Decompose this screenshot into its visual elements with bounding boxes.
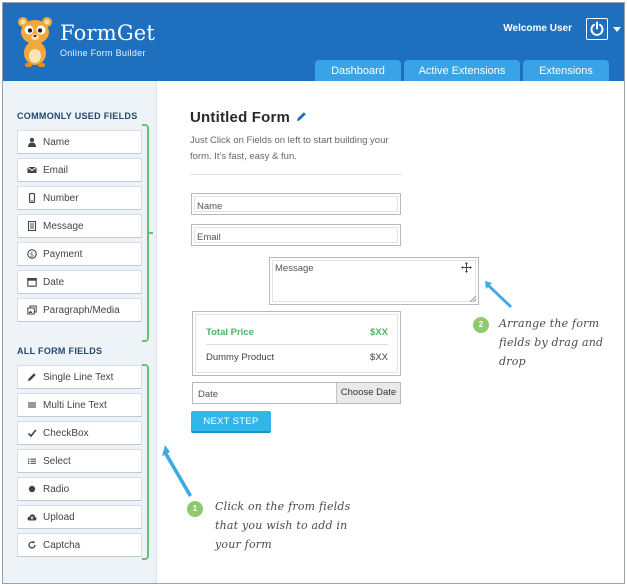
name-placeholder: Name [197, 201, 223, 212]
message-placeholder: Message [275, 263, 314, 274]
next-step-button[interactable]: NEXT STEP [191, 411, 271, 433]
form-title[interactable]: Untitled Form [190, 109, 290, 126]
field-button-label: Upload [43, 512, 75, 523]
name-input[interactable]: Name [191, 193, 401, 215]
hint-1-text: Click on the from fields that you wish t… [215, 500, 351, 551]
top-header: FormGet Online Form Builder Welcome User… [3, 3, 624, 81]
field-button-label: Multi Line Text [43, 400, 107, 411]
all-fields-bracket [142, 364, 149, 560]
app-frame: FormGet Online Form Builder Welcome User… [2, 2, 625, 584]
choose-date-button[interactable]: Choose Date [336, 383, 400, 403]
commonly-used-fields-heading: COMMONLY USED FIELDS [17, 111, 138, 121]
field-button-label: Message [43, 221, 84, 232]
field-button-checkbox[interactable]: CheckBox [17, 421, 142, 445]
lines-icon [28, 402, 36, 408]
field-button-label: Single Line Text [43, 372, 114, 383]
date-input[interactable]: Date Choose Date [192, 382, 401, 404]
form-divider [190, 174, 402, 175]
phone-icon [28, 193, 36, 203]
field-button-label: Email [43, 165, 69, 176]
all-form-fields-heading: ALL FORM FIELDS [17, 346, 103, 356]
field-button-message[interactable]: Message [17, 214, 142, 238]
product-label: Dummy Product [206, 352, 275, 363]
field-button-label: CheckBox [43, 428, 89, 439]
tab-active-extensions[interactable]: Active Extensions [404, 60, 520, 81]
hint-2-badge: 2 [473, 317, 489, 333]
user-icon [28, 137, 36, 147]
upload-icon [27, 514, 37, 521]
field-button-label: Payment [43, 249, 83, 260]
check-icon [27, 429, 37, 438]
total-price-label: Total Price [206, 327, 254, 338]
form-description: Just Click on Fields on left to start bu… [190, 135, 389, 162]
formget-mascot-logo [18, 17, 52, 67]
welcome-user-text: Welcome User [503, 23, 572, 34]
product-row: Dummy Product $XX [206, 352, 388, 363]
envelope-icon [27, 166, 37, 173]
paragraph-icon [27, 305, 37, 315]
refresh-icon [28, 540, 36, 549]
edit-title-pencil-icon[interactable] [296, 111, 307, 122]
calendar-icon [27, 277, 37, 287]
pencil-icon [28, 373, 36, 381]
resize-handle-icon[interactable] [469, 295, 476, 302]
field-button-label: Radio [43, 484, 70, 495]
field-button-payment[interactable]: $ Payment [17, 242, 142, 266]
field-button-label: Captcha [43, 540, 81, 551]
field-button-number[interactable]: Number [17, 186, 142, 210]
message-textarea[interactable]: Message [269, 257, 479, 305]
field-button-paragraph-media[interactable]: Paragraph/Media [17, 298, 142, 322]
tab-extensions[interactable]: Extensions [523, 60, 609, 81]
date-placeholder: Date [198, 389, 219, 400]
radio-icon [28, 485, 36, 493]
total-price-value: $XX [370, 327, 388, 338]
field-button-upload[interactable]: Upload [17, 505, 142, 529]
logout-button[interactable] [586, 18, 608, 40]
move-arrows-icon[interactable] [461, 262, 472, 273]
brand-tagline: Online Form Builder [60, 48, 146, 58]
payment-icon: $ [27, 249, 37, 259]
common-fields-bracket [142, 124, 149, 342]
payment-price-box[interactable]: Total Price $XX Dummy Product $XX [192, 311, 401, 376]
field-button-radio[interactable]: Radio [17, 477, 142, 501]
product-value: $XX [370, 352, 388, 363]
brand-name: FormGet [60, 21, 156, 45]
price-divider [206, 344, 388, 345]
message-icon [27, 221, 37, 231]
field-button-label: Number [43, 193, 79, 204]
hint-2-text: Arrange the form fields by drag and drop [499, 317, 604, 368]
user-menu-chevron-down-icon[interactable] [613, 27, 621, 32]
field-button-label: Name [43, 137, 70, 148]
field-sidebar: COMMONLY USED FIELDS Name Email Number M… [3, 81, 157, 583]
svg-text:$: $ [30, 250, 34, 258]
hint-arrow-1-icon [162, 445, 192, 497]
email-placeholder: Email [197, 232, 221, 243]
list-icon [28, 458, 36, 464]
field-button-name[interactable]: Name [17, 130, 142, 154]
email-input[interactable]: Email [191, 224, 401, 246]
power-icon [590, 21, 604, 36]
tab-dashboard[interactable]: Dashboard [315, 60, 401, 81]
field-button-date[interactable]: Date [17, 270, 142, 294]
field-button-captcha[interactable]: Captcha [17, 533, 142, 557]
field-button-label: Select [43, 456, 71, 467]
field-button-select[interactable]: Select [17, 449, 142, 473]
hint-1-badge: 1 [187, 501, 203, 517]
field-button-email[interactable]: Email [17, 158, 142, 182]
field-button-label: Paragraph/Media [43, 305, 120, 316]
field-button-label: Date [43, 277, 65, 288]
hint-arrow-2-icon [485, 281, 512, 308]
field-button-single-line-text[interactable]: Single Line Text [17, 365, 142, 389]
field-button-multi-line-text[interactable]: Multi Line Text [17, 393, 142, 417]
total-price-row: Total Price $XX [206, 327, 388, 338]
common-fields-bracket-nub [149, 232, 153, 234]
